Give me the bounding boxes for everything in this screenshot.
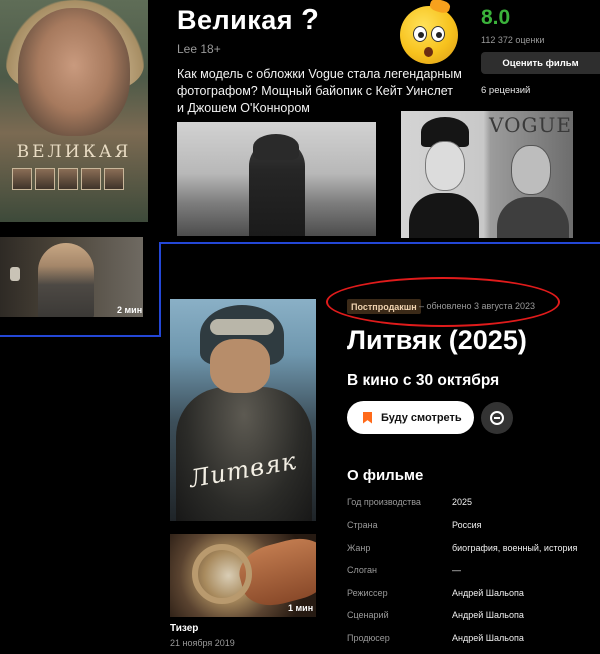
minus-circle-icon <box>490 411 504 425</box>
poster-cast-strip <box>12 168 124 190</box>
film-poster[interactable]: Литвяк <box>170 299 316 521</box>
spec-label: Режиссер <box>347 588 388 598</box>
release-date: В кино с 30 октября <box>347 372 500 389</box>
highlight-annotation <box>326 277 560 327</box>
spec-label: Сценарий <box>347 610 389 620</box>
spec-value[interactable]: Андрей Шальопа <box>452 610 524 620</box>
teaser-date: 21 ноября 2019 <box>170 638 235 648</box>
reviews-link[interactable]: 6 рецензий <box>481 85 530 96</box>
spec-value[interactable]: Андрей Шальопа <box>452 588 524 598</box>
trailer-duration: 2 мин <box>117 305 143 315</box>
rating-score: 8.0 <box>481 6 511 29</box>
divider-line <box>159 242 600 244</box>
title-question-mark: ? <box>301 4 320 36</box>
spec-value: — <box>452 565 461 575</box>
teaser-label[interactable]: Тизер <box>170 623 198 634</box>
top-film-title-text: Великая <box>177 5 294 35</box>
spec-value[interactable]: биография, военный, история <box>452 543 577 553</box>
spec-value[interactable]: Андрей Шальопа <box>452 633 524 643</box>
top-film-poster[interactable]: ВЕЛИКАЯ <box>0 0 148 222</box>
divider-line <box>0 335 160 337</box>
poster-face <box>18 8 130 136</box>
bookmark-icon <box>363 411 372 424</box>
spec-value[interactable]: Россия <box>452 520 482 530</box>
votes-count: 112 372 оценки <box>481 35 545 45</box>
will-watch-label: Буду смотреть <box>381 411 462 424</box>
poster-title: ВЕЛИКАЯ <box>16 142 132 162</box>
top-film-description: Как модель с обложки Vogue стала легенда… <box>177 67 462 115</box>
film-title: Литвяк (2025) <box>347 325 527 355</box>
rate-film-button[interactable]: Оценить фильм <box>481 52 600 74</box>
spec-label: Продюсер <box>347 633 390 643</box>
spec-value[interactable]: 2025 <box>452 497 472 507</box>
spec-label: Год производства <box>347 497 421 507</box>
top-film-subtitle: Lee 18+ <box>177 42 221 56</box>
still-photo-soldier <box>177 122 376 236</box>
top-film-title: Великая ? <box>177 4 319 37</box>
divider-line <box>159 242 161 337</box>
about-heading: О фильме <box>347 467 424 484</box>
still-photo-vogue: VOGUE <box>401 111 573 238</box>
confused-face-emoji-icon <box>400 0 458 64</box>
spec-label: Жанр <box>347 543 371 553</box>
vogue-masthead: VOGUE <box>489 113 572 137</box>
spec-label: Слоган <box>347 565 377 575</box>
will-watch-button[interactable]: Буду смотреть <box>347 401 474 434</box>
teaser-duration: 1 мин <box>288 603 314 613</box>
not-interested-button[interactable] <box>481 402 513 434</box>
spec-label: Страна <box>347 520 378 530</box>
